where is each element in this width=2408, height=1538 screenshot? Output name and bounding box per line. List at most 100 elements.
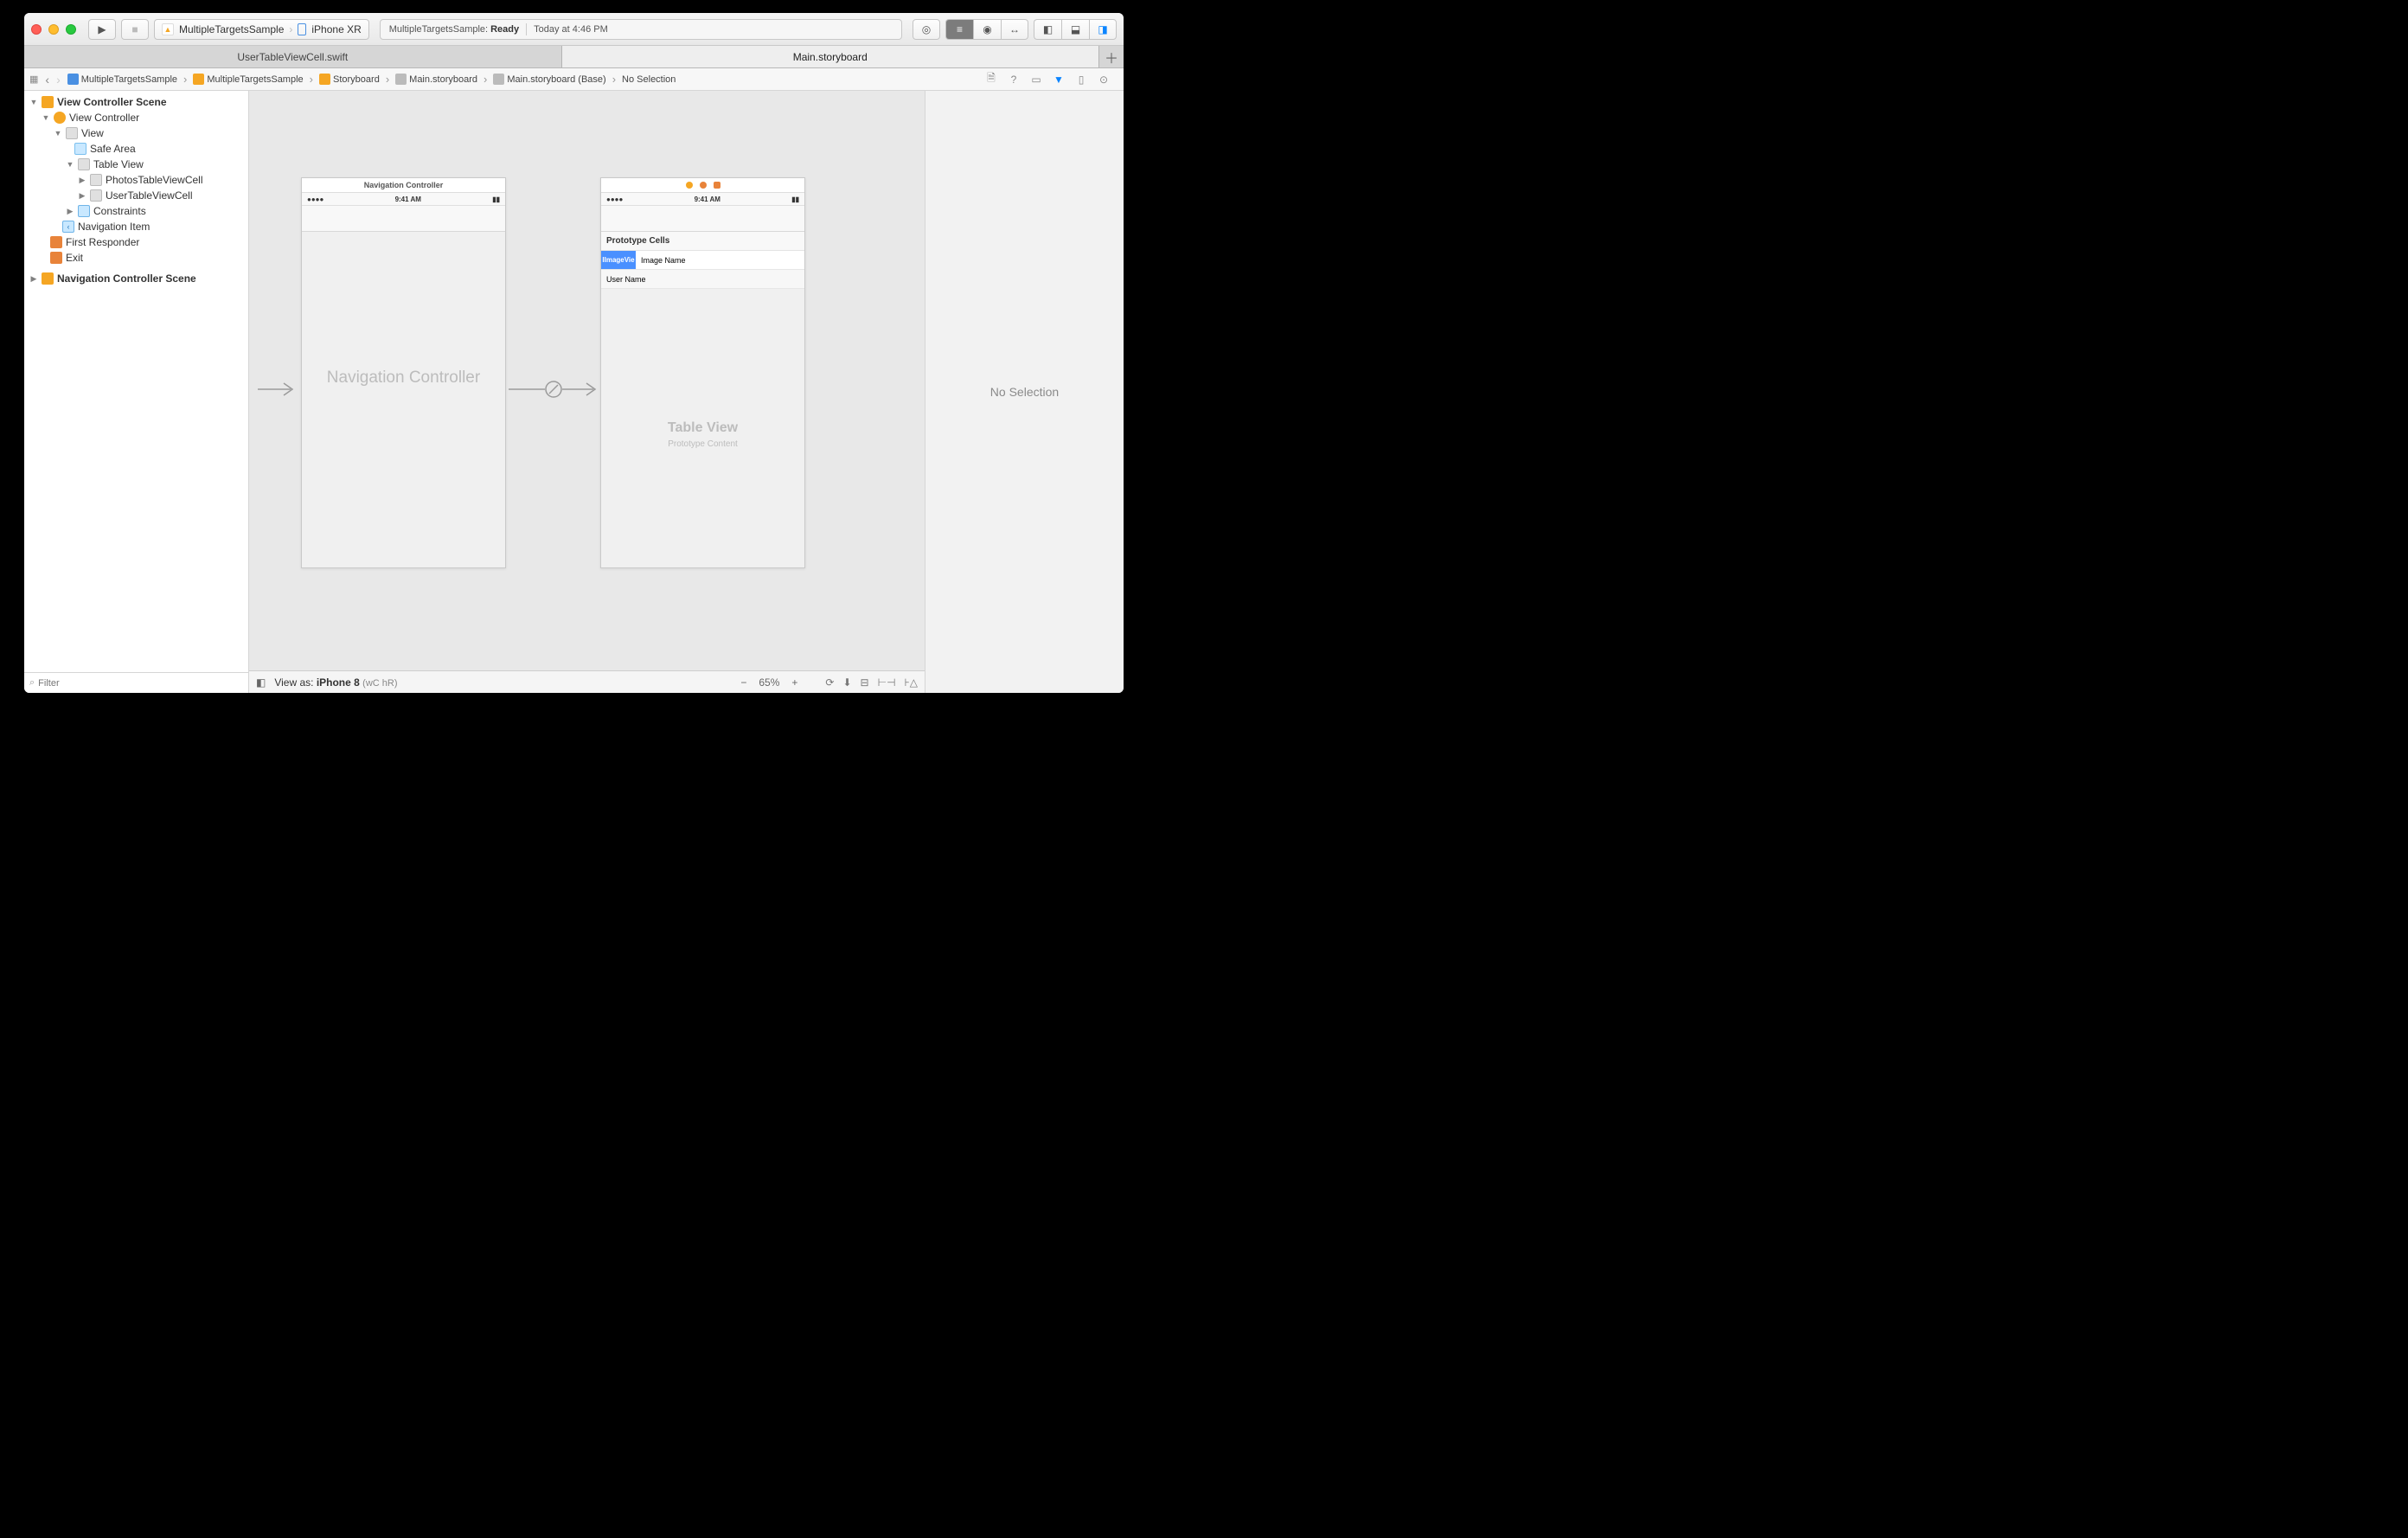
outline-constraints[interactable]: ▶Constraints	[24, 203, 248, 219]
activity-time: Today at 4:46 PM	[534, 24, 608, 35]
chevron-icon	[383, 73, 392, 86]
scene-title: Navigation Controller	[302, 178, 505, 193]
scheme-selector[interactable]: ▲ MultipleTargetsSample › iPhone XR	[154, 19, 369, 40]
outline-tableview[interactable]: ▼Table View	[24, 157, 248, 172]
outline-scene-nav[interactable]: ▶Navigation Controller Scene	[24, 271, 248, 286]
canvas-wrap: Navigation Controller ●●●●9:41 AM▮▮ Navi…	[249, 91, 925, 693]
scheme-device: iPhone XR	[311, 23, 361, 35]
back-button[interactable]: ‹	[42, 73, 53, 87]
scene-navigation-controller[interactable]: Navigation Controller ●●●●9:41 AM▮▮ Navi…	[301, 177, 506, 568]
toggle-outline-button[interactable]: ◧	[256, 676, 266, 689]
stop-button[interactable]: ■	[121, 19, 149, 40]
divider	[526, 23, 527, 35]
phone-statusbar: ●●●●9:41 AM▮▮	[302, 193, 505, 206]
file-inspector-icon[interactable]: 🗎	[985, 74, 997, 86]
user-name-label: User Name	[606, 275, 646, 284]
tableview-icon	[78, 158, 90, 170]
crumb-storyboard-folder[interactable]: Storyboard	[319, 74, 380, 85]
zoom-level: 65%	[759, 676, 779, 689]
outline-firstresponder[interactable]: First Responder	[24, 234, 248, 250]
related-items-icon[interactable]: ▦	[29, 74, 38, 85]
tab-mainstoryboard[interactable]: Main.storyboard	[562, 46, 1100, 67]
outline-exit[interactable]: Exit	[24, 250, 248, 266]
image-name-label: Image Name	[636, 256, 686, 265]
toggle-debug-button[interactable]: ⬓	[1061, 19, 1089, 40]
zoom-out-button[interactable]: −	[740, 676, 746, 689]
zoom-button[interactable]	[66, 24, 76, 35]
activity-project: MultipleTargetsSample:	[389, 24, 488, 35]
scheme-target: MultipleTargetsSample	[179, 23, 284, 35]
outline-navitem[interactable]: ‹Navigation Item	[24, 219, 248, 234]
device-icon	[298, 23, 306, 35]
cell-icon	[90, 189, 102, 202]
outline-filter-bar: ⌕	[24, 672, 248, 693]
cell-icon	[90, 174, 102, 186]
outline-tree: ▼View Controller Scene ▼View Controller …	[24, 91, 248, 672]
attributes-inspector-icon[interactable]: ▼	[1053, 74, 1065, 86]
chevron-icon	[481, 73, 490, 86]
outline-usercell[interactable]: ▶UserTableViewCell	[24, 188, 248, 203]
assistant-editor-button[interactable]: ◉	[973, 19, 1001, 40]
storyboard-icon	[395, 74, 407, 85]
help-inspector-icon[interactable]: ?	[1008, 74, 1020, 86]
scene-view-controller[interactable]: ●●●●9:41 AM▮▮ Prototype Cells IImageVie …	[600, 177, 805, 568]
vc-icon[interactable]	[686, 182, 693, 189]
toggle-inspector-button[interactable]: ◨	[1089, 19, 1117, 40]
library-button[interactable]: ◎	[913, 19, 940, 40]
outline-viewcontroller[interactable]: ▼View Controller	[24, 110, 248, 125]
storyboard-icon	[493, 74, 504, 85]
resolve-button[interactable]: ⊦△	[905, 676, 918, 689]
crumb-base[interactable]: Main.storyboard (Base)	[493, 74, 605, 85]
scene-icon	[42, 272, 54, 285]
embed-button[interactable]: ⬇︎	[842, 676, 851, 689]
segue-arrow-icon[interactable]	[509, 379, 599, 400]
activity-viewer: MultipleTargetsSample: Ready Today at 4:…	[380, 19, 902, 40]
editor-mode-segment: ≡ ◉ ↔	[945, 19, 1028, 40]
scene-title-icons	[601, 178, 804, 193]
crumb-selection[interactable]: No Selection	[622, 74, 676, 85]
inspector-tabs: 🗎 ? ▭ ▼ ▯ ⊙	[985, 74, 1118, 86]
run-button[interactable]: ▶	[88, 19, 116, 40]
connections-inspector-icon[interactable]: ⊙	[1098, 74, 1110, 86]
outline-photoscell[interactable]: ▶PhotosTableViewCell	[24, 172, 248, 188]
exit-icon	[50, 252, 62, 264]
version-editor-button[interactable]: ↔	[1001, 19, 1028, 40]
forward-button[interactable]: ›	[53, 73, 64, 87]
app-icon: ▲	[162, 23, 174, 35]
scheme-chevron-icon: ›	[289, 23, 292, 35]
safearea-icon	[74, 143, 86, 155]
identity-inspector-icon[interactable]: ▭	[1030, 74, 1042, 86]
outline-view[interactable]: ▼View	[24, 125, 248, 141]
prototype-cell-user[interactable]: User Name	[601, 270, 804, 289]
ib-canvas[interactable]: Navigation Controller ●●●●9:41 AM▮▮ Navi…	[249, 91, 925, 670]
view-as-selector[interactable]: View as: iPhone 8 (wC hR)	[274, 676, 397, 689]
update-frames-button[interactable]: ⟳	[825, 676, 834, 689]
minimize-button[interactable]	[48, 24, 59, 35]
add-tab-button[interactable]: ＋	[1099, 46, 1124, 67]
pin-button[interactable]: ⊢⊣	[878, 676, 896, 689]
panel-toggle-segment: ◧ ⬓ ◨	[1034, 19, 1117, 40]
zoom-in-button[interactable]: +	[791, 676, 797, 689]
close-button[interactable]	[31, 24, 42, 35]
titlebar: ▶ ■ ▲ MultipleTargetsSample › iPhone XR …	[24, 13, 1124, 46]
outline-filter-input[interactable]	[38, 678, 243, 689]
outline-scene-vc[interactable]: ▼View Controller Scene	[24, 94, 248, 110]
toggle-navigator-button[interactable]: ◧	[1034, 19, 1061, 40]
constraints-icon	[78, 205, 90, 217]
tab-usertableviewcell[interactable]: UserTableViewCell.swift	[24, 46, 562, 67]
chevron-icon	[307, 73, 316, 86]
exit-icon[interactable]	[714, 182, 720, 189]
zoom-controls: − 65% + ⟳ ⬇︎ ⊟ ⊢⊣ ⊦△	[740, 676, 918, 689]
standard-editor-button[interactable]: ≡	[945, 19, 973, 40]
size-inspector-icon[interactable]: ▯	[1075, 74, 1087, 86]
prototype-cell-photos[interactable]: IImageVie Image Name	[601, 251, 804, 270]
jump-bar: ▦ ‹ › MultipleTargetsSample MultipleTarg…	[24, 68, 1124, 91]
crumb-group[interactable]: MultipleTargetsSample	[193, 74, 303, 85]
align-button[interactable]: ⊟	[861, 676, 869, 689]
phone-statusbar: ●●●●9:41 AM▮▮	[601, 193, 804, 206]
firstresponder-icon[interactable]	[700, 182, 707, 189]
crumb-project[interactable]: MultipleTargetsSample	[67, 74, 177, 85]
crumb-file[interactable]: Main.storyboard	[395, 74, 477, 85]
project-icon	[67, 74, 79, 85]
outline-safearea[interactable]: Safe Area	[24, 141, 248, 157]
